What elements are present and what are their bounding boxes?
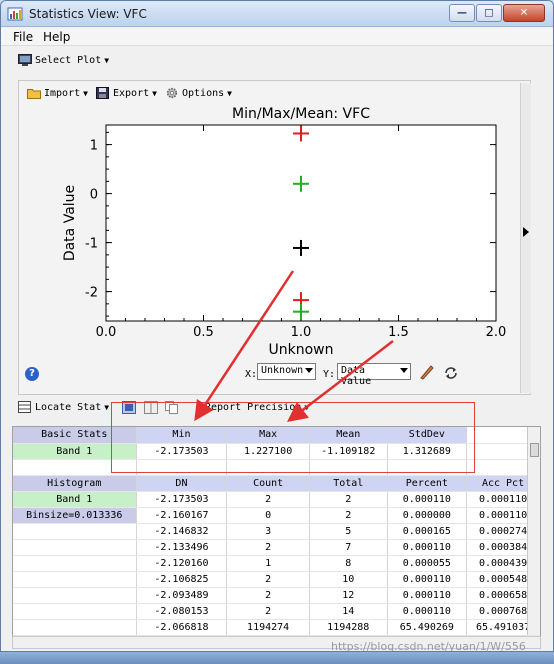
watermark: https://blog.csdn.net/yuan/1/W/556: [331, 640, 526, 652]
arrow-to-min: [194, 270, 295, 422]
statistics-window: Statistics View: VFC — □ ✕ File Help Sel…: [0, 0, 554, 652]
arrow-to-max: [287, 340, 394, 423]
taskbar: [0, 652, 554, 664]
annotation-arrows: [194, 270, 394, 423]
